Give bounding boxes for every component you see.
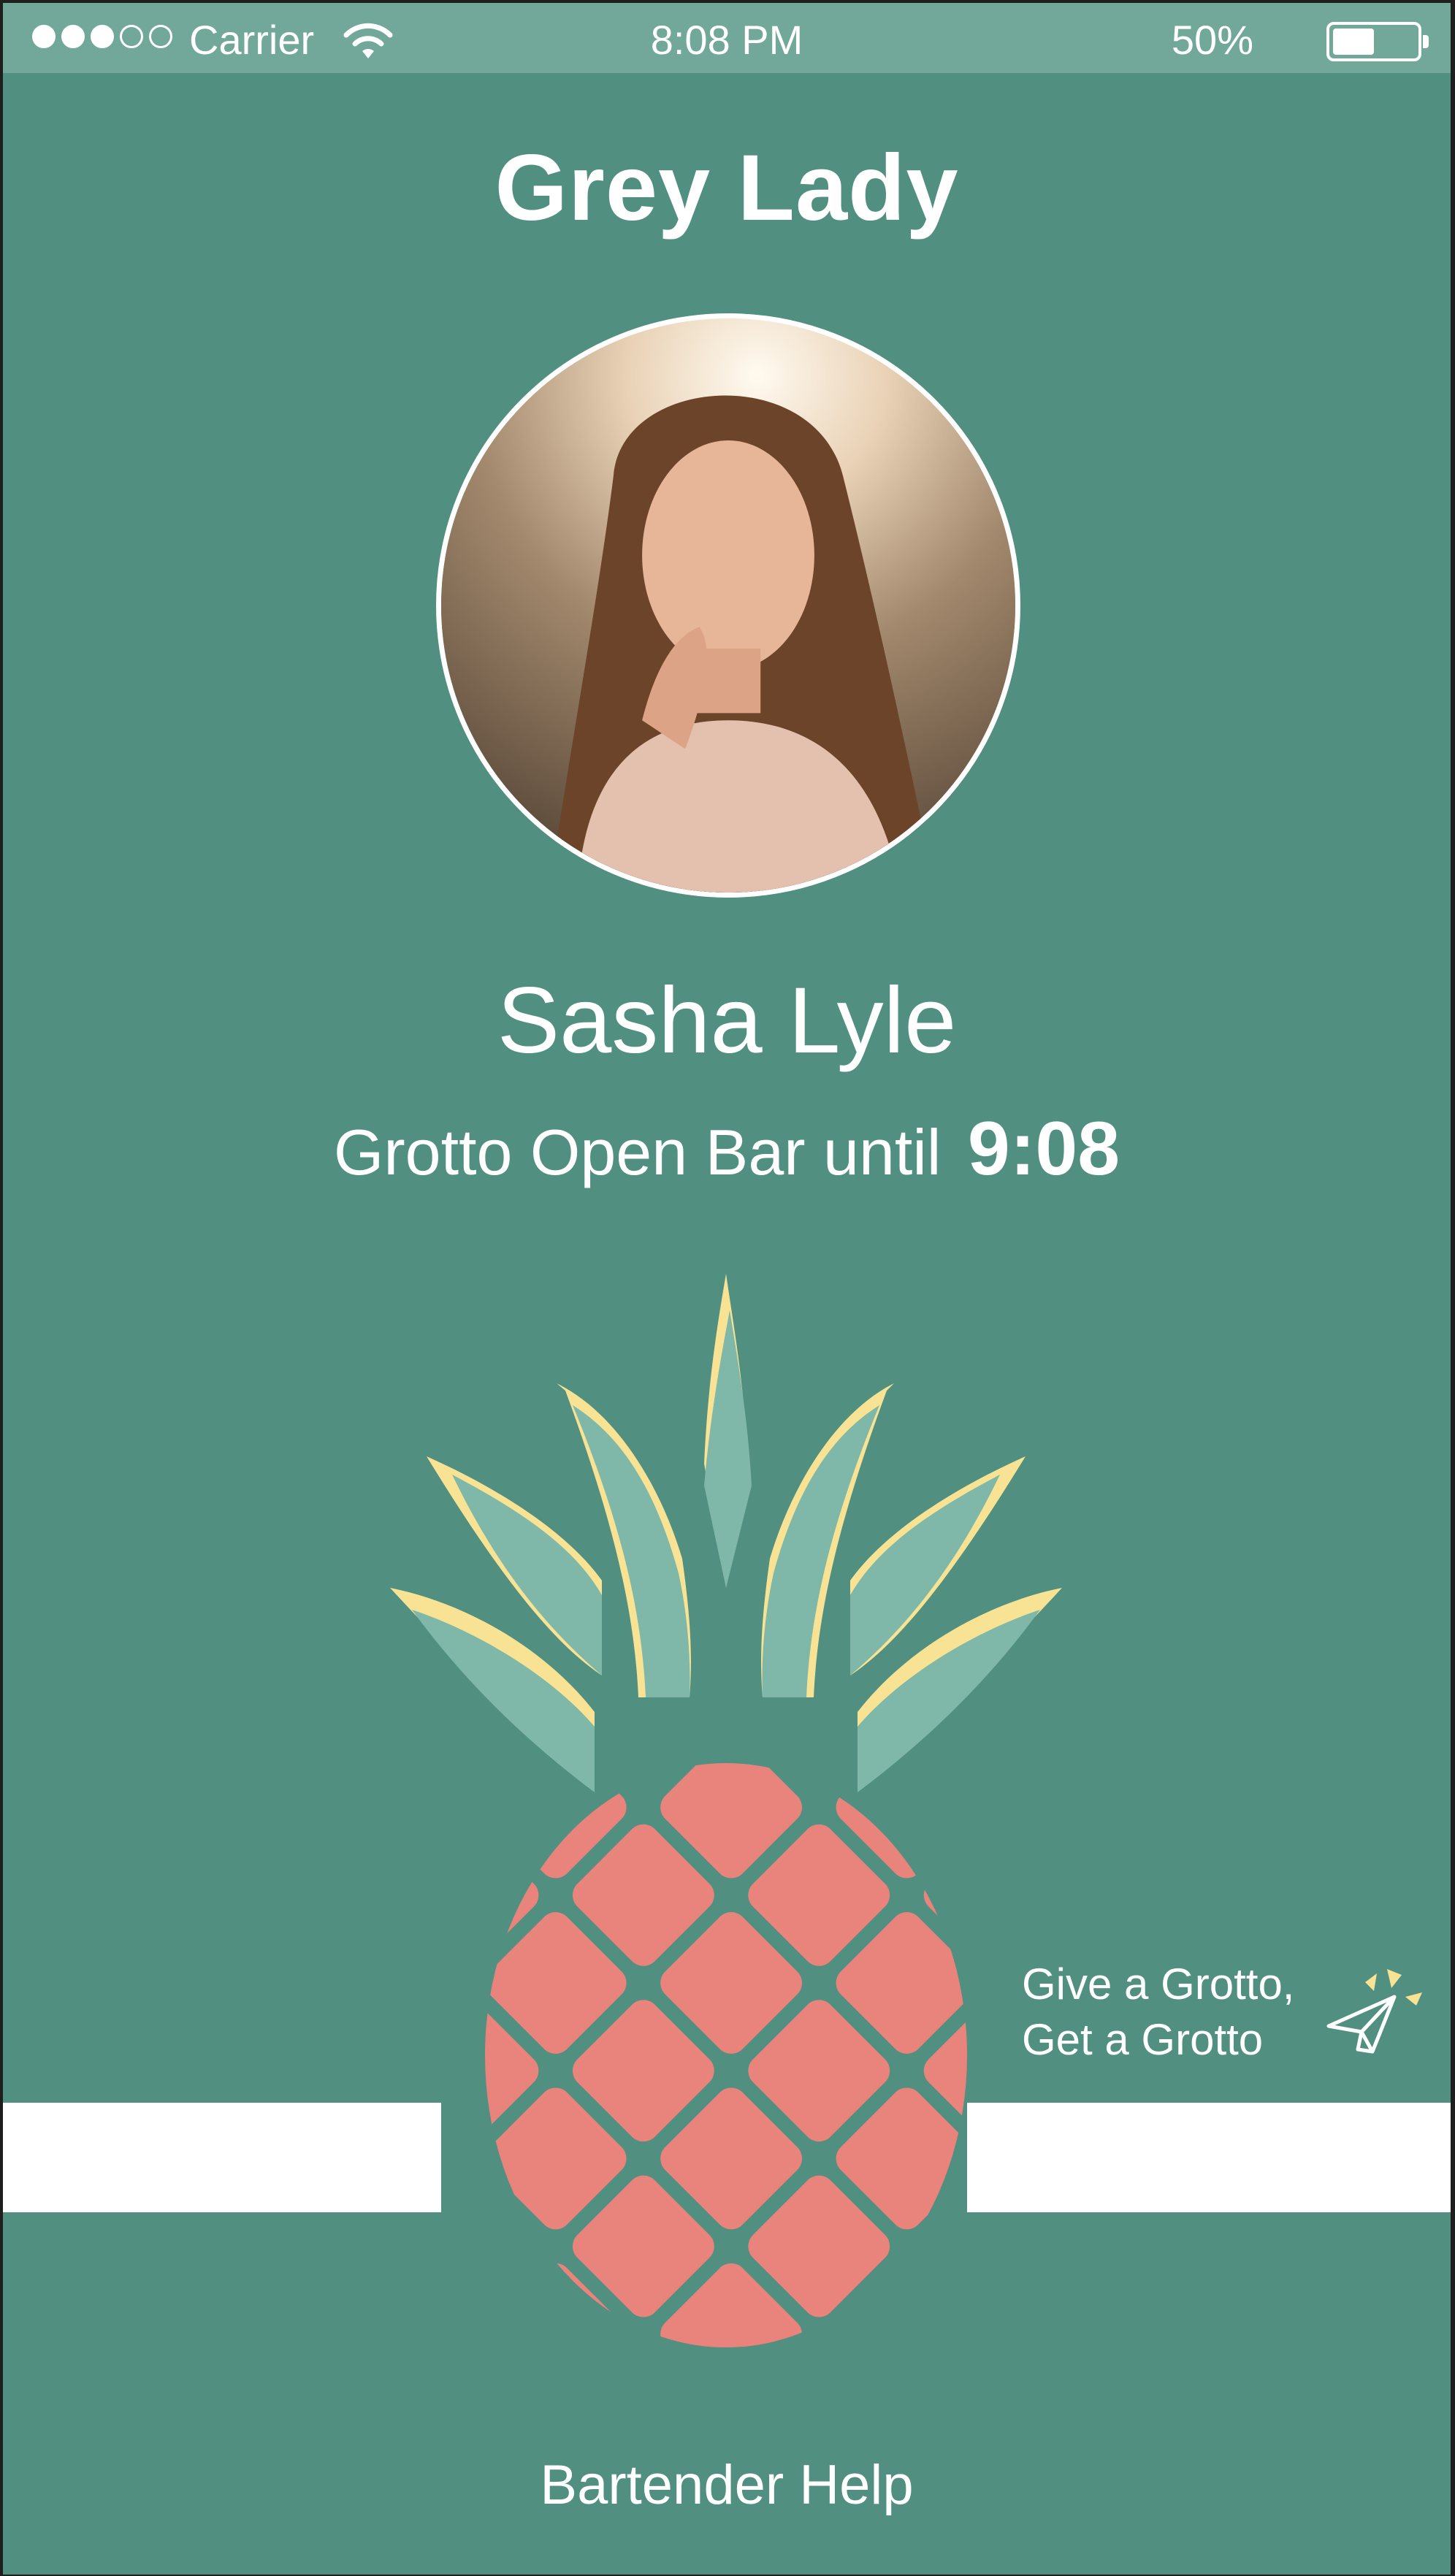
open-bar-status: Grotto Open Bar until 9:08 xyxy=(3,1106,1451,1193)
give-grotto-line1: Give a Grotto, xyxy=(1022,1960,1295,2009)
give-grotto-line2: Get a Grotto xyxy=(1022,2015,1264,2064)
paper-plane-icon[interactable] xyxy=(1314,1960,1424,2070)
user-name: Sasha Lyle xyxy=(497,968,957,1073)
battery-percent: 50% xyxy=(1171,17,1253,63)
give-grotto-link[interactable]: Give a Grotto, Get a Grotto xyxy=(1022,1957,1294,2068)
battery-icon xyxy=(1326,22,1429,61)
venue-title: Grey Lady xyxy=(494,136,959,240)
pineapple-icon[interactable] xyxy=(383,1266,1084,2347)
open-bar-time: 9:08 xyxy=(967,1107,1120,1191)
avatar-photo xyxy=(441,318,1015,893)
bartender-help-button[interactable]: Bartender Help xyxy=(3,2453,1451,2517)
status-bar: Carrier 8:08 PM 50% xyxy=(3,3,1451,73)
divider-band-left xyxy=(3,2103,441,2212)
app-screen: Carrier 8:08 PM 50% Grey Lady Sasha Lyle… xyxy=(3,3,1451,2575)
user-avatar[interactable] xyxy=(436,313,1020,898)
open-bar-label: Grotto Open Bar until xyxy=(333,1116,942,1188)
